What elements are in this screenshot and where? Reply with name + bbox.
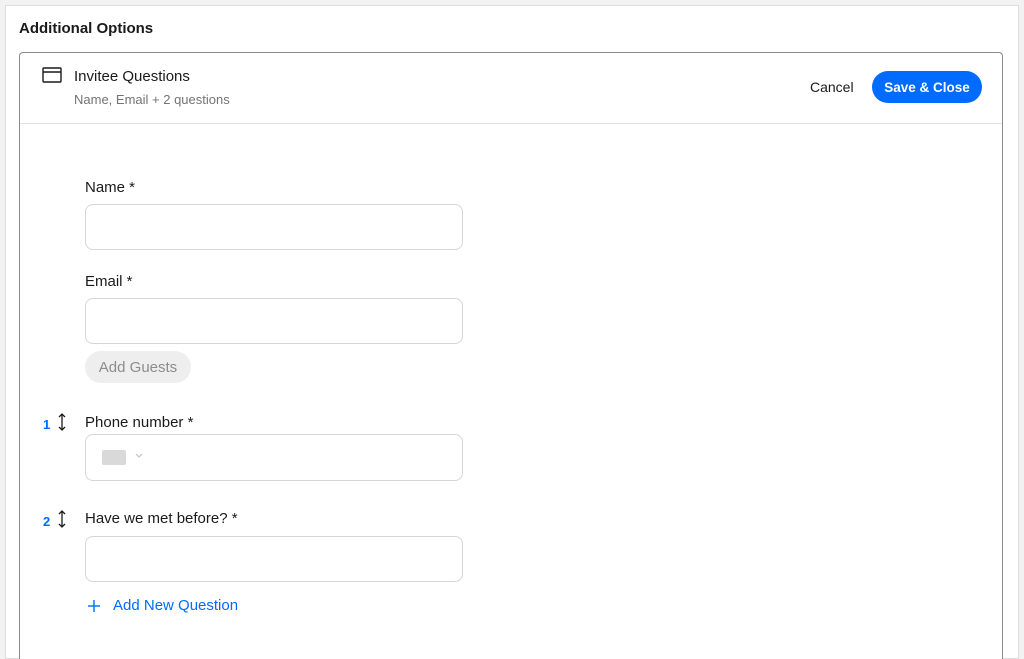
name-label: Name * — [85, 179, 136, 196]
phone-number-field[interactable] — [85, 434, 463, 481]
question-label: Phone number * — [85, 414, 194, 431]
save-close-button[interactable]: Save & Close — [872, 71, 982, 103]
section-title: Additional Options — [19, 20, 154, 37]
card-header: Invitee Questions Name, Email + 2 questi… — [20, 53, 1002, 124]
add-new-question-label: Add New Question — [113, 597, 239, 614]
drag-handle-icon[interactable] — [57, 412, 67, 432]
invitee-questions-card: Invitee Questions Name, Email + 2 questi… — [19, 52, 1003, 659]
name-field[interactable] — [85, 204, 463, 250]
question-label: Have we met before? * — [85, 510, 238, 527]
plus-icon — [88, 599, 100, 612]
additional-options-panel: Additional Options Invitee Questions Nam… — [5, 5, 1019, 659]
email-label: Email * — [85, 273, 133, 290]
flag-icon[interactable] — [102, 450, 126, 465]
add-guests-button[interactable]: Add Guests — [85, 351, 191, 383]
met-before-field[interactable] — [85, 536, 463, 582]
card-icon — [42, 67, 62, 83]
drag-handle-icon[interactable] — [57, 509, 67, 529]
chevron-down-icon[interactable] — [134, 451, 144, 461]
card-title: Invitee Questions — [74, 68, 190, 85]
email-field[interactable] — [85, 298, 463, 344]
card-subtitle: Name, Email + 2 questions — [74, 92, 230, 107]
cancel-button[interactable]: Cancel — [806, 77, 858, 97]
question-number: 1 — [43, 417, 51, 432]
add-new-question-button[interactable]: Add New Question — [87, 597, 238, 614]
question-number: 2 — [43, 514, 51, 529]
